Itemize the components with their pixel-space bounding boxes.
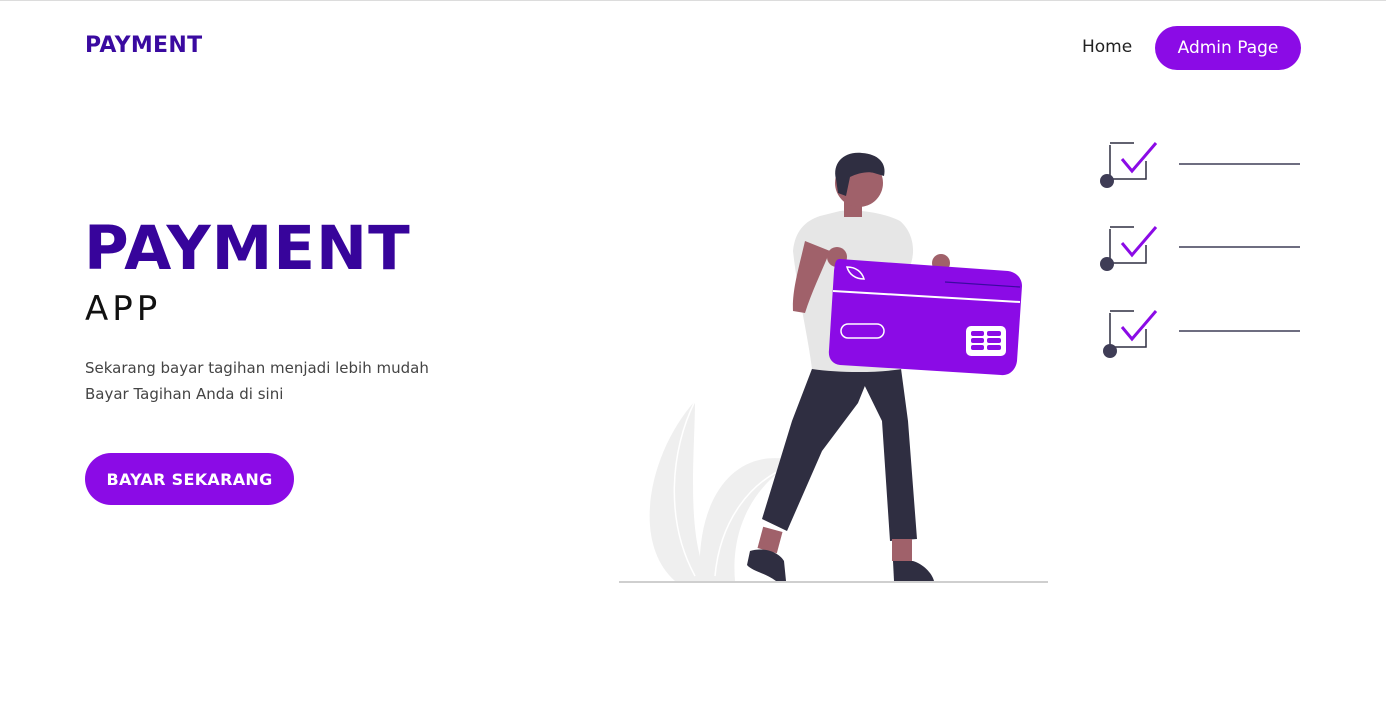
check-icon — [1120, 226, 1158, 258]
checklist-illustration — [1100, 142, 1300, 358]
right-shoe-icon — [893, 561, 934, 581]
hero-description-line-2: Bayar Tagihan Anda di sini — [85, 385, 284, 403]
pay-now-button[interactable]: BAYAR SEKARANG — [85, 453, 294, 505]
hero-subtitle: APP — [85, 289, 162, 329]
admin-page-button[interactable]: Admin Page — [1155, 26, 1301, 70]
hero-description: Sekarang bayar tagihan menjadi lebih mud… — [85, 355, 429, 407]
nav-home-link[interactable]: Home — [1082, 37, 1132, 57]
hero-description-line-1: Sekarang bayar tagihan menjadi lebih mud… — [85, 359, 429, 377]
check-icon — [1120, 142, 1158, 174]
landing-page: PAYMENT Home Admin Page PAYMENT APP Seka… — [0, 0, 1386, 711]
brand-logo[interactable]: PAYMENT — [85, 33, 202, 58]
hero-title: PAYMENT — [84, 213, 411, 284]
payment-illustration — [619, 152, 1048, 583]
checklist-item-3 — [1103, 310, 1300, 358]
credit-card-icon — [828, 259, 1022, 376]
checklist-item-2 — [1100, 226, 1300, 271]
left-shoe-icon — [747, 549, 786, 581]
checklist-item-1 — [1100, 142, 1300, 188]
check-icon — [1120, 310, 1158, 342]
